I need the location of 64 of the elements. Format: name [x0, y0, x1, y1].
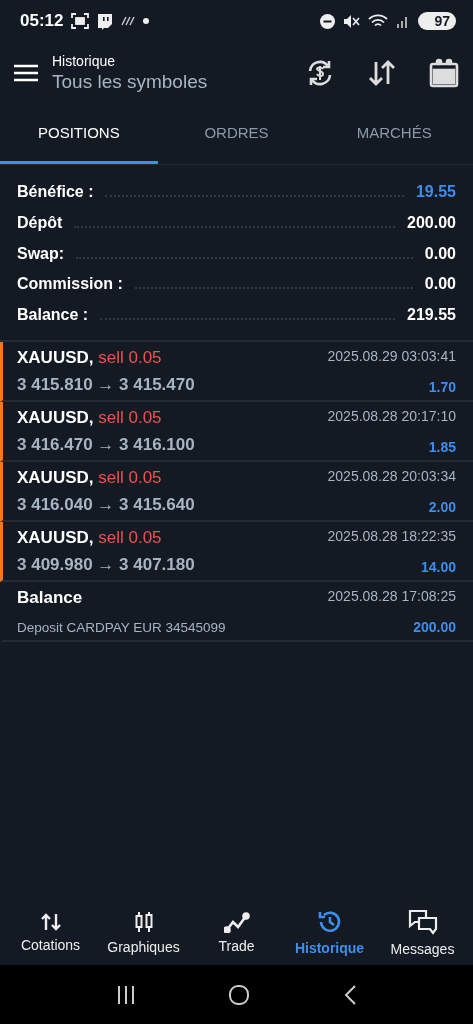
- deal-profit: 14.00: [420, 559, 456, 576]
- summary-value: 219.55: [407, 306, 456, 325]
- dot-icon: [143, 18, 150, 24]
- tab[interactable]: POSITIONS: [0, 104, 158, 164]
- up-down-arrows-icon: [39, 911, 62, 932]
- deal-prices: 3 416.470 → 3 416.100: [17, 435, 195, 456]
- deal-time: 2025.08.29 03:03:41: [327, 348, 456, 365]
- deal-title: XAUUSD, sell 0.05: [17, 468, 163, 489]
- nav-tab[interactable]: Messages: [376, 907, 469, 957]
- nav-tab[interactable]: Historique: [283, 908, 376, 956]
- deal-row[interactable]: XAUUSD, sell 0.05 3 415.810 → 3 415.470 2025.08.29 03:03:41 1.70: [0, 342, 473, 403]
- deal-profit: 200.00: [413, 619, 456, 636]
- deal-prices: 3 415.810 → 3 415.470: [17, 375, 195, 396]
- deal-prices: 3 409.980 → 3 407.180: [17, 555, 195, 576]
- summary-label: Balance :: [17, 306, 89, 325]
- status-time: 05:12: [20, 11, 64, 31]
- stripes-icon: [121, 16, 136, 26]
- nav-tab[interactable]: Trade: [190, 910, 283, 954]
- screenshot-icon: [71, 13, 90, 29]
- deal-profit: 1.85: [428, 439, 456, 456]
- header-title: Historique: [52, 53, 117, 69]
- calendar-icon[interactable]: [429, 58, 459, 88]
- tab[interactable]: MARCHÉS: [315, 104, 473, 164]
- summary-value: 0.00: [424, 244, 456, 263]
- nav-tab[interactable]: Graphiques: [97, 909, 190, 955]
- deal-row[interactable]: XAUUSD, sell 0.05 3 416.040 → 3 415.640 2025.08.28 20:03:34 2.00: [0, 462, 473, 523]
- deal-row[interactable]: XAUUSD, sell 0.05 3 416.470 → 3 416.100 2025.08.28 20:17:10 1.85: [0, 402, 473, 463]
- battery-level: 97: [418, 12, 456, 30]
- deal-time: 2025.08.28 17:08:25: [327, 588, 456, 605]
- mute-icon: [343, 13, 361, 29]
- deal-prices: 3 416.040 → 3 415.640: [17, 495, 195, 516]
- do-not-disturb-icon: [320, 13, 336, 29]
- recent-apps-icon[interactable]: [116, 984, 137, 1005]
- summary-label: Swap:: [17, 244, 65, 263]
- deal-title: XAUUSD, sell 0.05: [17, 408, 163, 429]
- summary-label: Bénéfice :: [17, 183, 94, 202]
- deal-row[interactable]: Balance Deposit CARDPAY EUR 34545099 2025.08.28 17:08:25 200.00: [0, 582, 473, 643]
- history-icon: [316, 908, 343, 935]
- summary-label: Commission :: [17, 275, 123, 294]
- summary-label: Dépôt: [17, 214, 63, 233]
- tab[interactable]: ORDRES: [157, 104, 316, 164]
- deal-title: XAUUSD, sell 0.05: [17, 348, 163, 369]
- symbol-filter[interactable]: Tous les symboles: [52, 71, 273, 93]
- deal-profit: 1.70: [428, 379, 456, 396]
- summary-value: 19.55: [415, 183, 456, 202]
- back-icon[interactable]: [342, 983, 357, 1006]
- deal-comment: Deposit CARDPAY EUR 34545099: [17, 620, 226, 636]
- chat-icon: [97, 12, 114, 30]
- deal-row[interactable]: XAUUSD, sell 0.05 3 409.980 → 3 407.180 2025.08.28 18:22:35 14.00: [0, 522, 473, 583]
- summary-value: 0.00: [424, 275, 456, 294]
- deal-time: 2025.08.28 20:17:10: [327, 408, 456, 425]
- menu-icon[interactable]: [14, 64, 38, 82]
- chat-bubbles-icon: [406, 907, 439, 936]
- deal-time: 2025.08.28 18:22:35: [327, 528, 456, 545]
- wifi-icon: [368, 13, 389, 29]
- home-icon[interactable]: [228, 983, 251, 1006]
- line-chart-icon: [223, 910, 250, 933]
- deal-time: 2025.08.28 20:03:34: [327, 468, 456, 485]
- deal-profit: 2.00: [428, 499, 456, 516]
- deal-title: XAUUSD, sell 0.05: [17, 528, 163, 549]
- deal-title: Balance: [17, 588, 84, 609]
- nav-tab[interactable]: Cotations: [4, 911, 97, 953]
- sort-icon[interactable]: [367, 59, 397, 87]
- summary-value: 200.00: [407, 214, 456, 233]
